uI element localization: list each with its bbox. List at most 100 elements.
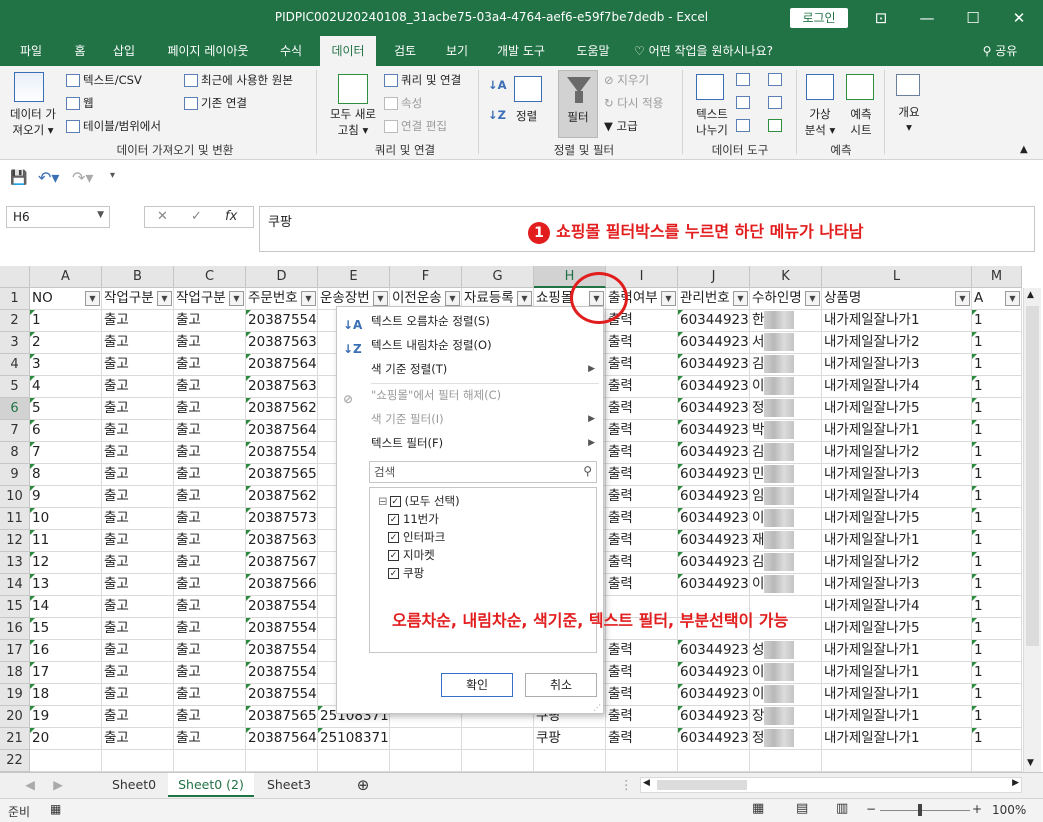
table-cell[interactable]: 출고	[102, 376, 174, 398]
table-cell[interactable]: 603449233	[678, 442, 750, 464]
table-cell[interactable]: 출력	[606, 376, 678, 398]
login-button[interactable]: 로그인	[790, 8, 848, 28]
save-icon[interactable]: 💾	[10, 170, 27, 186]
macro-record-icon[interactable]: ▦	[50, 802, 61, 816]
header-cell[interactable]: 작업구분 ▼	[174, 288, 246, 310]
table-cell[interactable]: 603449233	[678, 552, 750, 574]
table-cell[interactable]: 내가제일잘나가1	[822, 728, 972, 750]
table-cell[interactable]: 출고	[174, 684, 246, 706]
zoom-slider-thumb[interactable]	[918, 804, 922, 816]
table-cell[interactable]: 출력	[606, 508, 678, 530]
row-header[interactable]: 8	[0, 442, 30, 464]
table-cell[interactable]: 출고	[174, 420, 246, 442]
column-header[interactable]: A	[30, 266, 102, 288]
table-cell[interactable]: 출력	[606, 420, 678, 442]
table-cell[interactable]: 603449232	[678, 310, 750, 332]
column-header[interactable]: K	[750, 266, 822, 288]
table-cell[interactable]: 12	[30, 552, 102, 574]
table-cell[interactable]: 10	[30, 508, 102, 530]
table-cell[interactable]: 20387554925	[246, 596, 318, 618]
row-header[interactable]: 4	[0, 354, 30, 376]
sort-az-icon[interactable]: ↓A	[488, 78, 507, 92]
table-cell[interactable]: 20387567225	[246, 552, 318, 574]
table-cell[interactable]: 출력	[606, 640, 678, 662]
filter-dropdown-button[interactable]: ▼	[955, 291, 970, 306]
customize-qat-icon[interactable]: ▾	[110, 170, 115, 181]
name-box[interactable]: H6 ▼	[6, 206, 110, 228]
row-header[interactable]: 5	[0, 376, 30, 398]
column-header[interactable]: C	[174, 266, 246, 288]
table-cell[interactable]: 출고	[174, 332, 246, 354]
filter-dropdown-button[interactable]: ▼	[733, 291, 748, 306]
row-header[interactable]: 12	[0, 530, 30, 552]
table-cell[interactable]: 출고	[174, 354, 246, 376]
table-cell[interactable]: 내가제일잘나가2	[822, 552, 972, 574]
undo-icon[interactable]: ↶▾	[38, 168, 59, 187]
table-cell[interactable]: 1	[972, 310, 1022, 332]
table-cell[interactable]: 출고	[174, 310, 246, 332]
flash-fill-icon[interactable]	[736, 72, 753, 86]
filter-dropdown-button[interactable]: ▼	[661, 291, 676, 306]
table-cell[interactable]: 20387554825	[246, 684, 318, 706]
row-header[interactable]: 16	[0, 618, 30, 640]
properties-button[interactable]: 속성	[384, 95, 422, 111]
filter-dropdown-button[interactable]: ▼	[85, 291, 100, 306]
tab-home[interactable]: 홈	[62, 36, 98, 66]
table-cell[interactable]: 20387564825	[246, 354, 318, 376]
cancel-icon[interactable]: ✕	[157, 209, 168, 224]
table-cell[interactable]: 이	[750, 662, 822, 684]
scroll-left-icon[interactable]: ◀	[643, 778, 650, 788]
table-cell[interactable]: 출력	[606, 662, 678, 684]
table-cell[interactable]: 8	[30, 464, 102, 486]
checkbox-checked-icon[interactable]: ✓	[388, 550, 399, 561]
filter-dropdown-button[interactable]: ▼	[373, 291, 388, 306]
row-header[interactable]: 10	[0, 486, 30, 508]
existing-connections-button[interactable]: 기존 연결	[184, 95, 247, 111]
sort-za-icon[interactable]: ↓Z	[488, 108, 506, 122]
column-header[interactable]: L	[822, 266, 972, 288]
filter-dropdown-button[interactable]: ▼	[1005, 291, 1020, 306]
table-cell[interactable]: 정	[750, 398, 822, 420]
empty-cell[interactable]	[606, 750, 678, 772]
empty-cell[interactable]	[246, 750, 318, 772]
table-cell[interactable]: 내가제일잘나가1	[822, 420, 972, 442]
tab-formulas[interactable]: 수식	[268, 36, 314, 66]
table-cell[interactable]: 내가제일잘나가3	[822, 574, 972, 596]
table-cell[interactable]: 임	[750, 486, 822, 508]
table-cell[interactable]: 출력	[606, 354, 678, 376]
row-header[interactable]: 19	[0, 684, 30, 706]
empty-cell[interactable]	[174, 750, 246, 772]
table-cell[interactable]: 출고	[174, 596, 246, 618]
table-cell[interactable]: 출고	[174, 486, 246, 508]
table-cell[interactable]: 1	[972, 574, 1022, 596]
table-cell[interactable]: 내가제일잘나가1	[822, 530, 972, 552]
table-cell[interactable]: 603449233	[678, 398, 750, 420]
header-cell[interactable]: 수하인명 ▼	[750, 288, 822, 310]
get-data-button[interactable]: 데이터 가 져오기 ▾	[4, 106, 62, 138]
relationships-icon[interactable]	[768, 95, 785, 109]
table-cell[interactable]	[462, 728, 534, 750]
table-cell[interactable]: 603449233	[678, 376, 750, 398]
recent-sources-button[interactable]: 최근에 사용한 원본	[184, 72, 293, 88]
empty-cell[interactable]	[678, 750, 750, 772]
table-cell[interactable]: 603449232	[678, 332, 750, 354]
table-cell[interactable]: 18	[30, 684, 102, 706]
table-cell[interactable]: 내가제일잘나가2	[822, 442, 972, 464]
table-cell[interactable]: 출고	[102, 508, 174, 530]
table-cell[interactable]: 내가제일잘나가1	[822, 662, 972, 684]
table-cell[interactable]: 출고	[102, 442, 174, 464]
row-header[interactable]: 22	[0, 750, 30, 772]
table-cell[interactable]: 출고	[102, 684, 174, 706]
table-cell[interactable]: 3	[30, 354, 102, 376]
filter-dropdown-button[interactable]: ▼	[157, 291, 172, 306]
checkbox-checked-icon[interactable]: ✓	[388, 532, 399, 543]
table-cell[interactable]: 20387564525	[246, 420, 318, 442]
table-cell[interactable]: 11	[30, 530, 102, 552]
zoom-slider[interactable]	[880, 810, 970, 811]
table-cell[interactable]: 내가제일잘나가1	[822, 684, 972, 706]
tab-review[interactable]: 검토	[382, 36, 428, 66]
table-cell[interactable]: 서	[750, 332, 822, 354]
table-cell[interactable]: 출고	[102, 530, 174, 552]
menu-text-filter[interactable]: 텍스트 필터(F) ▶	[337, 431, 603, 455]
table-cell[interactable]: 1	[972, 464, 1022, 486]
